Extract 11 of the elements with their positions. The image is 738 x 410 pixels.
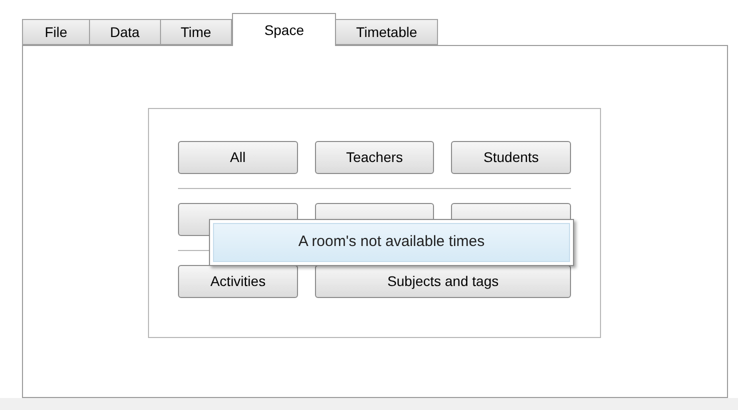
tab[interactable]: File: [22, 19, 90, 45]
tab[interactable]: Space: [232, 13, 336, 46]
button[interactable]: Activities: [178, 265, 298, 298]
tab[interactable]: Timetable: [335, 19, 438, 45]
button[interactable]: All: [178, 141, 298, 174]
tooltip: A room's not available times: [209, 219, 574, 266]
button[interactable]: Teachers: [314, 141, 434, 174]
button[interactable]: Students: [451, 141, 572, 174]
tab[interactable]: Time: [160, 19, 232, 45]
tab[interactable]: Data: [89, 19, 161, 45]
button[interactable]: Subjects and tags: [314, 265, 571, 298]
